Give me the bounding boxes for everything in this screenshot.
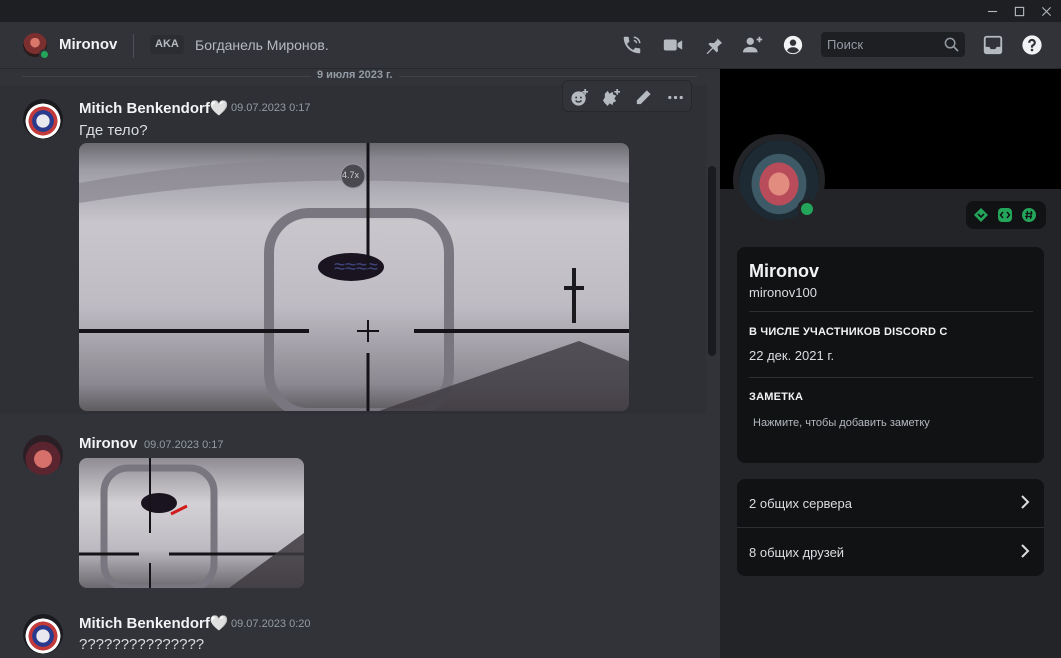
edit-icon: [636, 89, 651, 104]
header-avatar[interactable]: [23, 33, 50, 60]
header-nickname: Богданель Миронов.: [195, 37, 329, 53]
inbox-button[interactable]: [981, 33, 1005, 57]
mutual-servers-row[interactable]: 2 общих сервера: [737, 479, 1044, 527]
video-call-button[interactable]: [661, 33, 685, 57]
edit-message-button[interactable]: [632, 86, 654, 108]
profile-username: mironov100: [749, 285, 817, 300]
close-icon: [1041, 6, 1051, 16]
profile-display-name: Mironov: [749, 261, 819, 281]
note-input[interactable]: Нажмите, чтобы добавить заметку: [753, 417, 930, 429]
header-divider: [133, 34, 134, 58]
online-status-indicator: [39, 49, 50, 60]
add-reaction-icon: [570, 88, 588, 106]
super-reaction-button[interactable]: [600, 86, 622, 108]
inbox-icon: [983, 35, 1003, 55]
message-timestamp: 09.07.2023 0:17: [144, 439, 224, 451]
scope-crosshair-image: [79, 458, 304, 588]
message-text: ???????????????: [79, 636, 205, 653]
message-author[interactable]: Mitich Benkendorf🤍: [79, 614, 229, 632]
window-title-bar: [0, 0, 1061, 22]
mutual-servers-label: 2 общих сервера: [749, 496, 852, 511]
message-author[interactable]: Mironov: [79, 435, 137, 452]
minimize-button[interactable]: [979, 0, 1005, 22]
super-reaction-icon: [602, 88, 620, 106]
aka-badge: AKA: [150, 35, 184, 54]
header-username[interactable]: Mironov: [59, 36, 117, 53]
note-heading: ЗАМЕТКА: [749, 391, 804, 403]
member-since-heading: В ЧИСЛЕ УЧАСТНИКОВ DISCORD С: [749, 326, 948, 338]
hypesquad-badge[interactable]: [973, 207, 989, 223]
hypesquad-icon: [974, 208, 988, 222]
voice-call-button[interactable]: [620, 33, 644, 57]
scope-crosshair-image: ≈≈≈≈: [79, 143, 629, 411]
channel-header: Mironov AKA Богданель Миронов.: [0, 22, 1061, 69]
svg-text:≈≈≈≈: ≈≈≈≈: [334, 256, 378, 278]
chevron-right-icon: [1021, 544, 1030, 558]
close-button[interactable]: [1033, 0, 1059, 22]
add-reaction-button[interactable]: [568, 86, 590, 108]
user-profile-toggle[interactable]: [781, 33, 805, 57]
server-tag-icon: [1022, 208, 1036, 222]
add-friend-icon: [742, 36, 763, 53]
profile-badges: [966, 201, 1046, 229]
active-developer-icon: [998, 208, 1012, 222]
profile-divider: [749, 377, 1033, 378]
message-image-attachment[interactable]: ≈≈≈≈ 4.7x: [79, 143, 629, 411]
video-call-icon: [663, 39, 683, 51]
help-button[interactable]: [1020, 33, 1044, 57]
zoom-level-label: 4.7x: [342, 170, 360, 180]
mutual-friends-row[interactable]: 8 общих друзей: [737, 528, 1044, 576]
search-input[interactable]: [821, 32, 941, 57]
message-avatar[interactable]: [23, 614, 63, 654]
message-avatar[interactable]: [23, 435, 63, 475]
search-icon: [944, 37, 959, 52]
chat-scrollbar-thumb[interactable]: [708, 166, 716, 356]
user-profile-icon: [783, 35, 803, 55]
more-options-button[interactable]: [664, 86, 686, 108]
pin-icon: [706, 35, 723, 55]
chat-scrollbar-track[interactable]: [707, 69, 717, 658]
online-status-indicator: [797, 199, 817, 219]
mutuals-card: 2 общих сервера 8 общих друзей: [737, 479, 1044, 576]
profile-divider: [749, 311, 1033, 312]
pinned-messages-button[interactable]: [701, 33, 725, 57]
message-text: Где тело?: [79, 122, 148, 139]
maximize-button[interactable]: [1006, 0, 1032, 22]
chevron-right-icon: [1021, 495, 1030, 509]
message-timestamp: 09.07.2023 0:20: [231, 618, 311, 630]
message-actions-toolbar: [562, 80, 692, 112]
maximize-icon: [1014, 6, 1024, 16]
message-timestamp: 09.07.2023 0:17: [231, 102, 311, 114]
more-icon: [667, 95, 683, 99]
member-since-date: 22 дек. 2021 г.: [749, 348, 835, 363]
chat-messages[interactable]: 9 июля 2023 г. Mitich Benkendorf🤍 09.07.…: [0, 69, 720, 658]
message-author[interactable]: Mitich Benkendorf🤍: [79, 99, 229, 117]
profile-info-card: Mironov mironov100 В ЧИСЛЕ УЧАСТНИКОВ DI…: [737, 247, 1044, 463]
server-tag-badge[interactable]: [1021, 207, 1037, 223]
search-box[interactable]: [821, 32, 965, 57]
add-friend-button[interactable]: [741, 33, 765, 57]
message-avatar[interactable]: [23, 99, 63, 139]
mutual-friends-label: 8 общих друзей: [749, 545, 845, 560]
voice-call-icon: [623, 36, 641, 54]
message-image-attachment[interactable]: [79, 458, 304, 588]
active-developer-badge[interactable]: [997, 207, 1013, 223]
minimize-icon: [987, 10, 997, 12]
date-divider: 9 июля 2023 г.: [311, 69, 399, 81]
help-icon: [1022, 35, 1042, 55]
user-profile-panel: Mironov mironov100 В ЧИСЛЕ УЧАСТНИКОВ DI…: [720, 69, 1061, 658]
